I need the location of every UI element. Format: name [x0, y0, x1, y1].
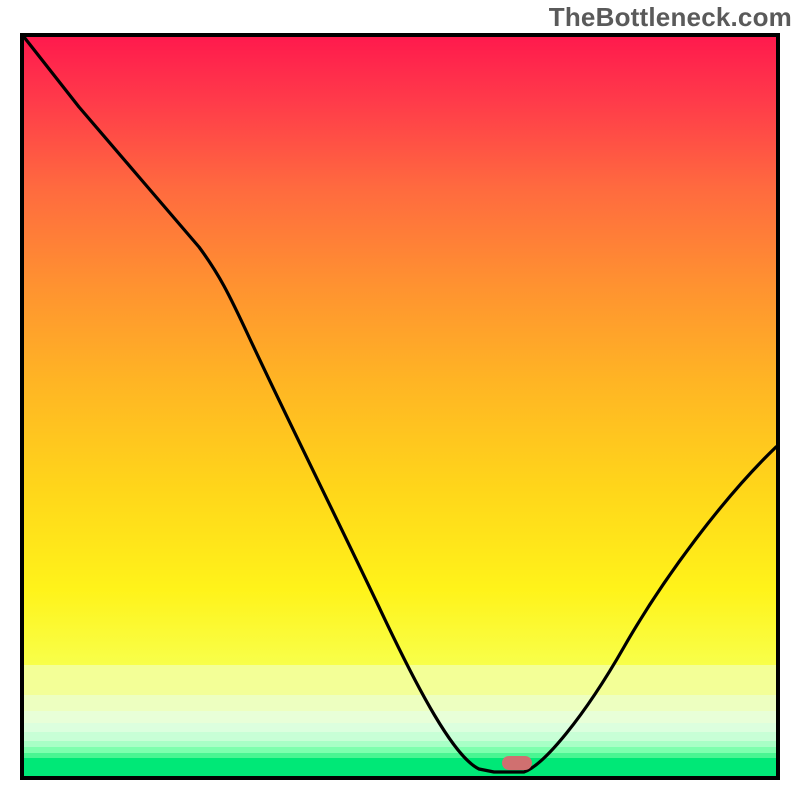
chart-container: TheBottleneck.com — [0, 0, 800, 800]
curve-svg — [24, 37, 776, 776]
bottleneck-curve — [24, 37, 776, 772]
optimal-marker — [502, 756, 532, 770]
plot-area — [20, 33, 780, 780]
watermark-text: TheBottleneck.com — [549, 2, 792, 33]
